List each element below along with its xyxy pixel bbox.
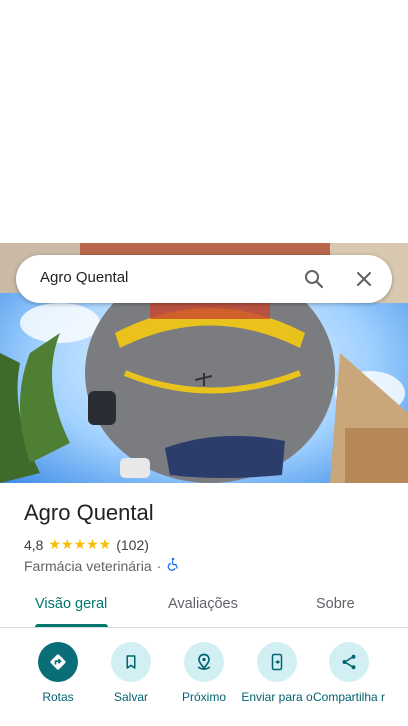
save-button[interactable]: Salvar — [91, 642, 171, 704]
nearby-icon — [184, 642, 224, 682]
nearby-label: Próximo — [181, 690, 226, 704]
close-icon[interactable] — [352, 267, 376, 291]
place-category[interactable]: Farmácia veterinária — [24, 558, 152, 574]
tab-reviews[interactable]: Avaliações — [168, 596, 238, 612]
search-bar[interactable]: Agro Quental — [16, 255, 392, 303]
share-button[interactable]: Compartilha r — [309, 642, 389, 704]
save-label: Salvar — [113, 690, 148, 704]
send-to-phone-button[interactable]: Enviar para o — [237, 642, 317, 704]
search-input[interactable]: Agro Quental — [40, 269, 128, 286]
directions-button[interactable]: Rotas — [18, 642, 98, 704]
place-title: Agro Quental — [24, 500, 154, 525]
directions-label: Rotas — [42, 690, 74, 704]
map-area-blank — [0, 0, 408, 243]
search-icon[interactable] — [302, 267, 326, 291]
active-tab-indicator — [35, 624, 108, 627]
send-to-phone-label: Enviar para o — [241, 690, 313, 704]
action-buttons: Rotas Salvar Próximo Enviar para o Compa… — [0, 640, 408, 726]
wheelchair-accessible-icon — [166, 557, 180, 574]
share-label: Compartilha r — [312, 690, 386, 704]
tab-about[interactable]: Sobre — [316, 596, 355, 612]
tab-overview[interactable]: Visão geral — [35, 596, 107, 612]
directions-icon — [38, 642, 78, 682]
rating-value: 4,8 — [24, 536, 44, 553]
separator-dot: · — [156, 557, 162, 574]
share-icon — [329, 642, 369, 682]
nearby-button[interactable]: Próximo — [164, 642, 244, 704]
rating-row[interactable]: 4,8 ★★★★★ (102) — [24, 536, 149, 553]
place-tabs: Visão geral Avaliações Sobre — [0, 584, 408, 628]
send-to-phone-icon — [257, 642, 297, 682]
star-rating-icon: ★★★★★ — [48, 536, 112, 552]
category-row: Farmácia veterinária · — [24, 557, 180, 574]
bookmark-icon — [111, 642, 151, 682]
review-count[interactable]: (102) — [116, 537, 149, 553]
